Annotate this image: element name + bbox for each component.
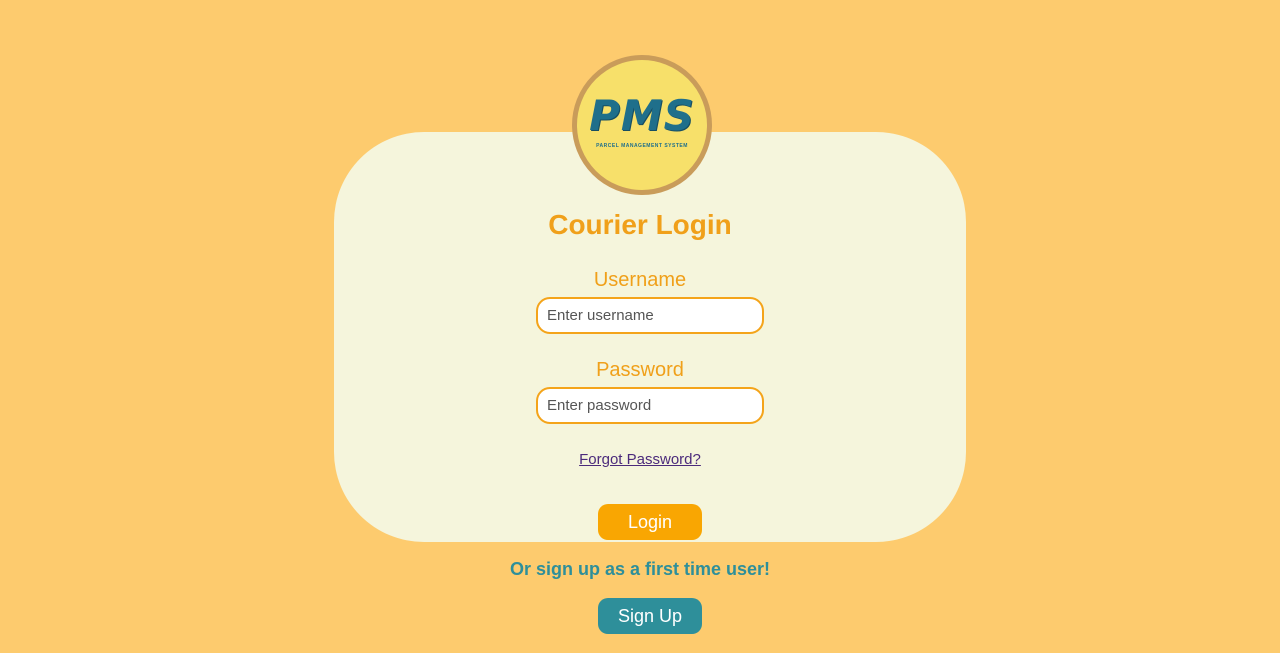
signup-prompt: Or sign up as a first time user! <box>509 559 771 579</box>
sign-up-button[interactable]: Sign Up <box>598 598 702 634</box>
username-label: Username <box>593 269 687 291</box>
password-input[interactable] <box>536 387 764 424</box>
logo-subtitle: PARCEL MANAGEMENT SYSTEM <box>596 143 688 149</box>
forgot-password-link[interactable]: Forgot Password? <box>579 451 701 468</box>
password-label: Password <box>596 359 684 381</box>
forgot-password-container: Forgot Password? <box>0 451 1280 468</box>
page-title: Courier Login <box>548 209 732 240</box>
login-button[interactable]: Login <box>598 504 702 540</box>
username-input[interactable] <box>536 297 764 334</box>
courier-login-page: PMS PARCEL MANAGEMENT SYSTEM Courier Log… <box>0 0 1280 653</box>
pms-logo: PMS PARCEL MANAGEMENT SYSTEM <box>572 55 712 195</box>
logo-text: PMS <box>589 91 695 140</box>
